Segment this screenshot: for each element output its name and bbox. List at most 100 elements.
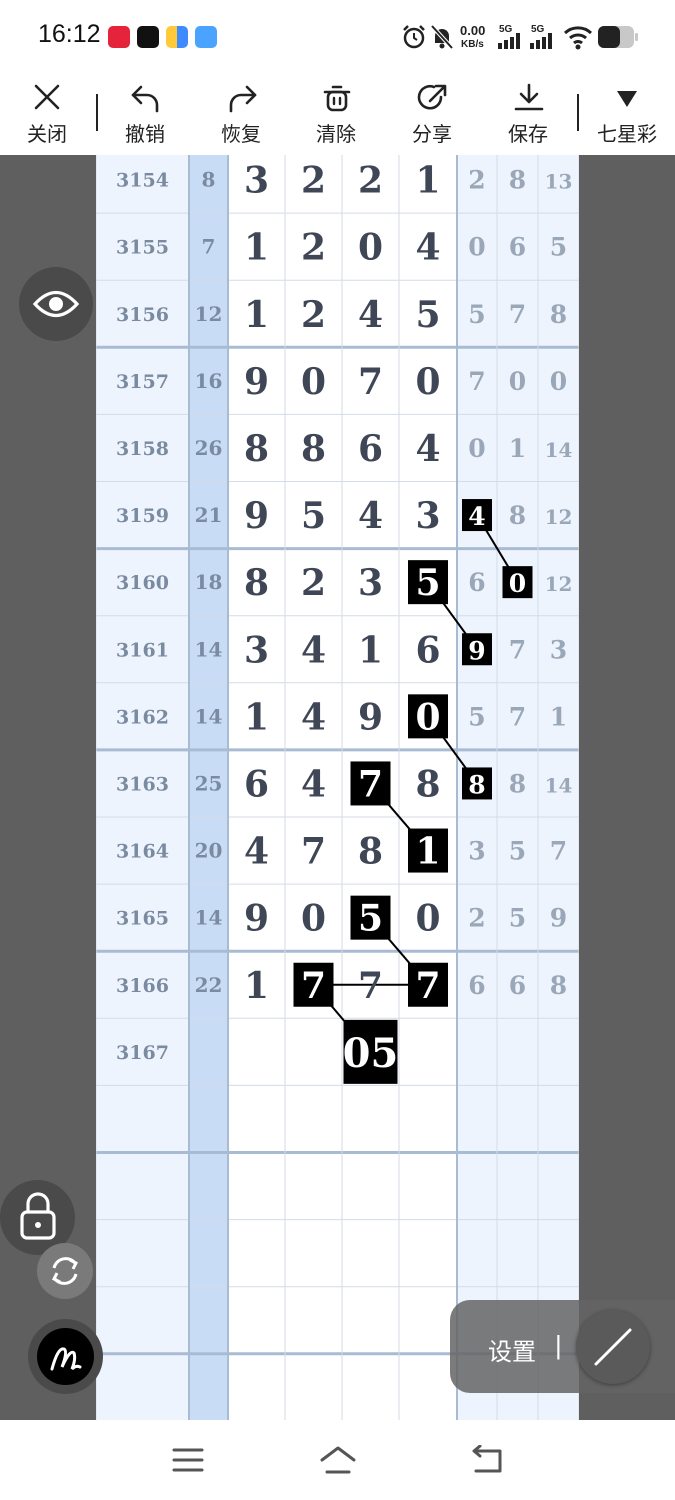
home-icon[interactable]: [319, 1444, 357, 1476]
tail-cell: 14: [545, 438, 573, 462]
sum-value: 18: [195, 570, 223, 594]
tail-cell: 8: [509, 501, 526, 530]
tail-cell: 8: [550, 971, 567, 1000]
mute-bell-icon: [430, 24, 454, 50]
save-button[interactable]: 保存: [493, 75, 563, 155]
issue-number: 3166: [116, 975, 169, 997]
share-icon: [417, 84, 447, 110]
digit-cell: 8: [244, 428, 269, 470]
digit-cell: 4: [358, 294, 383, 336]
sum-value: 12: [195, 302, 223, 326]
digit-cell: 4: [244, 831, 269, 873]
tail-cell: 6: [509, 233, 526, 262]
digit-cell: 0: [301, 361, 326, 403]
digit-cell: 1: [244, 696, 269, 738]
battery-icon: [598, 26, 638, 48]
signal-icon-2: [530, 33, 552, 49]
tail-cell: 0: [550, 367, 567, 396]
toolbar-divider: [577, 94, 579, 131]
visibility-toggle-button[interactable]: [19, 267, 93, 341]
issue-number: 3161: [116, 639, 169, 661]
back-icon[interactable]: [470, 1445, 504, 1475]
marked-tail-digit: 4: [468, 502, 485, 531]
sum-value: 16: [195, 369, 223, 393]
digit-cell: 6: [415, 629, 440, 671]
rotate-button[interactable]: [37, 1243, 93, 1299]
app-notification-icon-files: [166, 26, 188, 48]
close-button[interactable]: 关闭: [12, 75, 82, 155]
line-tool-button[interactable]: [576, 1310, 650, 1384]
menu-icon[interactable]: [172, 1447, 204, 1473]
digit-cell: 4: [415, 227, 440, 269]
settings-button[interactable]: 设置: [488, 1332, 536, 1367]
clear-button[interactable]: 清除: [301, 75, 371, 155]
digit-cell: 1: [244, 965, 269, 1007]
marked-tail-digit: 0: [509, 569, 526, 598]
digit-cell: 5: [415, 294, 440, 336]
sum-value: 7: [202, 235, 216, 259]
digit-cell: 0: [415, 898, 440, 940]
issue-number: 3164: [116, 841, 169, 863]
sum-value: 14: [195, 906, 223, 930]
digit-cell: 8: [415, 763, 440, 805]
digit-cell: 3: [358, 562, 383, 604]
tail-cell: 13: [545, 170, 573, 194]
tail-cell: 7: [509, 300, 526, 329]
net-speed-unit: KB/s: [461, 39, 484, 50]
tail-cell: 9: [550, 904, 567, 933]
digit-cell: 1: [244, 294, 269, 336]
redo-button[interactable]: 恢复: [206, 75, 276, 155]
sum-value: 8: [202, 168, 216, 192]
tail-cell: 5: [509, 904, 526, 933]
tail-cell: 12: [545, 505, 573, 529]
sum-value: 20: [195, 839, 223, 863]
pen-tool-button[interactable]: [28, 1319, 103, 1394]
toolbar: 关闭 撤销 恢复 清除 分享 保存 七星彩: [0, 75, 675, 155]
digit-cell: 9: [244, 898, 269, 940]
undo-button[interactable]: 撤销: [110, 75, 180, 155]
save-label: 保存: [508, 122, 548, 146]
marked-tail-digit: 9: [468, 636, 485, 665]
sum-value: 26: [195, 436, 223, 460]
digit-cell: 3: [244, 629, 269, 671]
marked-tail-digit: 8: [468, 770, 485, 799]
line-tool-icon: [594, 1328, 632, 1366]
digit-cell: 9: [244, 361, 269, 403]
digit-cell: 5: [301, 495, 326, 537]
issue-number: 3159: [116, 505, 169, 527]
digit-cell: 3: [415, 495, 440, 537]
rotate-icon: [51, 1257, 79, 1285]
tail-cell: 6: [468, 568, 485, 597]
sum-value: 22: [195, 973, 223, 997]
system-nav-bar: [0, 1420, 675, 1500]
marked-digit: 7: [358, 763, 383, 805]
digit-cell: 2: [358, 160, 383, 202]
issue-number: 3156: [116, 304, 169, 326]
redo-label: 恢复: [221, 122, 261, 146]
digit-cell: 8: [244, 562, 269, 604]
status-time: 16:12: [38, 20, 101, 48]
digit-cell: 9: [358, 696, 383, 738]
tail-cell: 1: [509, 434, 526, 463]
marked-digit: 7: [415, 965, 440, 1007]
sum-value: 21: [195, 503, 223, 527]
marked-digit: 7: [301, 965, 326, 1007]
marked-digit: 1: [415, 831, 440, 873]
sum-value: 14: [195, 704, 223, 728]
tail-cell: 2: [468, 166, 485, 195]
issue-number: 3155: [116, 237, 169, 259]
digit-cell: 9: [244, 495, 269, 537]
tail-cell: 14: [545, 773, 573, 797]
share-button[interactable]: 分享: [397, 75, 467, 155]
undo-icon: [131, 85, 159, 113]
trend-chart[interactable]: 3154 8 3 2 2 1 2 8 13 3155 7 1 2 0 4 0 6 5 3156 12 1 2 4 5 5 7 8 31…: [96, 155, 579, 1420]
tail-cell: 5: [468, 702, 485, 731]
alarm-icon: [403, 25, 425, 49]
lottery-type-label: 七星彩: [597, 122, 657, 146]
digit-cell: 0: [415, 361, 440, 403]
tail-cell: 2: [468, 904, 485, 933]
issue-number: 3158: [116, 438, 169, 460]
digit-cell: 8: [358, 831, 383, 873]
lottery-type-dropdown[interactable]: 七星彩: [591, 75, 663, 155]
tail-cell: 12: [545, 572, 573, 596]
